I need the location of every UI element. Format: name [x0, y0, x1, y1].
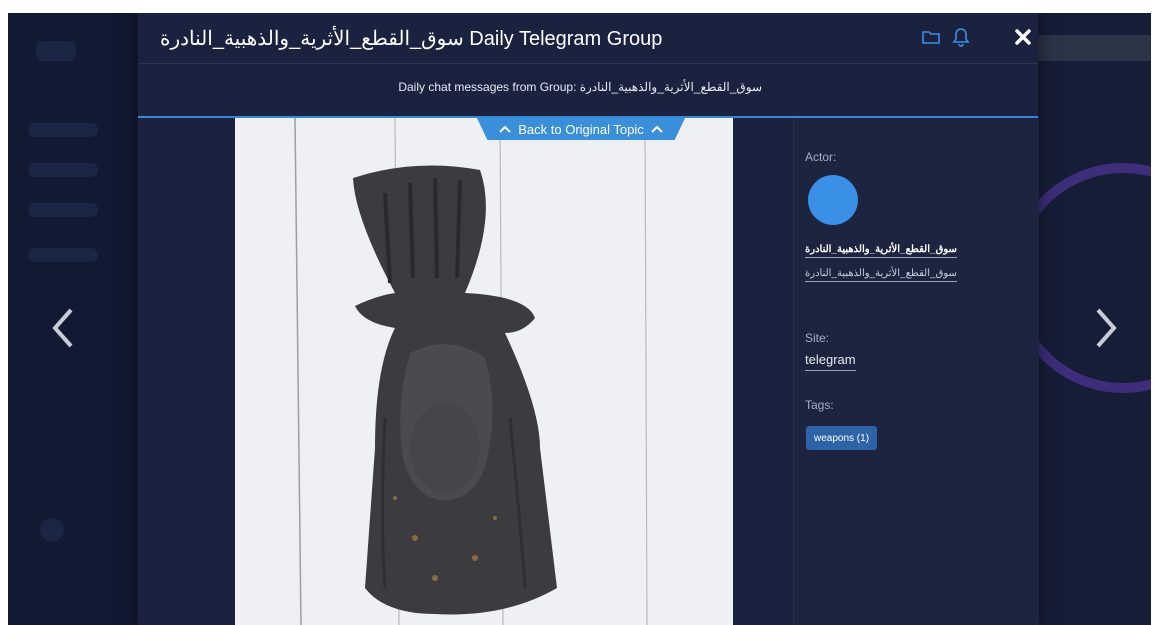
details-side-panel: Actor: سوق_القطع_الأثرية_والذهبية_النادر…	[793, 118, 1039, 625]
media-area	[138, 118, 793, 625]
modal-subheader: Daily chat messages from Group: سوق_القط…	[138, 64, 1038, 118]
app-frame: سوق_القطع_الأثرية_والذهبية_النادرة Daily…	[8, 13, 1151, 625]
bell-icon[interactable]	[950, 26, 972, 48]
chevron-up-icon	[499, 125, 511, 133]
actor-handle-link[interactable]: سوق_القطع_الأثرية_والذهبية_النادرة	[805, 268, 957, 282]
background-nav-item	[28, 203, 98, 217]
background-nav-item	[28, 163, 98, 177]
background-icon	[40, 518, 64, 542]
site-value-link[interactable]: telegram	[805, 352, 856, 371]
modal-title: سوق_القطع_الأثرية_والذهبية_النادرة Daily…	[160, 28, 663, 50]
background-nav-item	[28, 123, 98, 137]
folder-icon[interactable]	[920, 26, 942, 48]
tag-weapons[interactable]: weapons (1)	[806, 426, 878, 450]
tags-label: Tags:	[805, 398, 834, 412]
actor-name-link[interactable]: سوق_القطع_الأثرية_والذهبية_النادرة	[805, 244, 957, 258]
modal-header: سوق_القطع_الأثرية_والذهبية_النادرة Daily…	[138, 13, 1038, 64]
actor-label: Actor:	[805, 150, 837, 164]
site-label: Site:	[805, 331, 830, 345]
message-photo	[235, 118, 733, 625]
background-toolbar	[1038, 35, 1151, 61]
message-detail-modal: سوق_القطع_الأثرية_والذهبية_النادرة Daily…	[138, 13, 1039, 625]
previous-arrow-icon[interactable]	[43, 303, 83, 353]
back-button-label: Back to Original Topic	[518, 121, 644, 137]
avatar	[808, 175, 858, 225]
back-to-original-topic-button[interactable]: Back to Original Topic	[477, 118, 685, 140]
subheader-text: Daily chat messages from Group: سوق_القط…	[398, 80, 762, 94]
background-logo	[36, 41, 76, 61]
close-icon[interactable]	[1012, 26, 1034, 48]
next-arrow-icon[interactable]	[1086, 303, 1126, 353]
background-nav-item	[28, 248, 98, 262]
chevron-up-icon	[651, 125, 663, 133]
